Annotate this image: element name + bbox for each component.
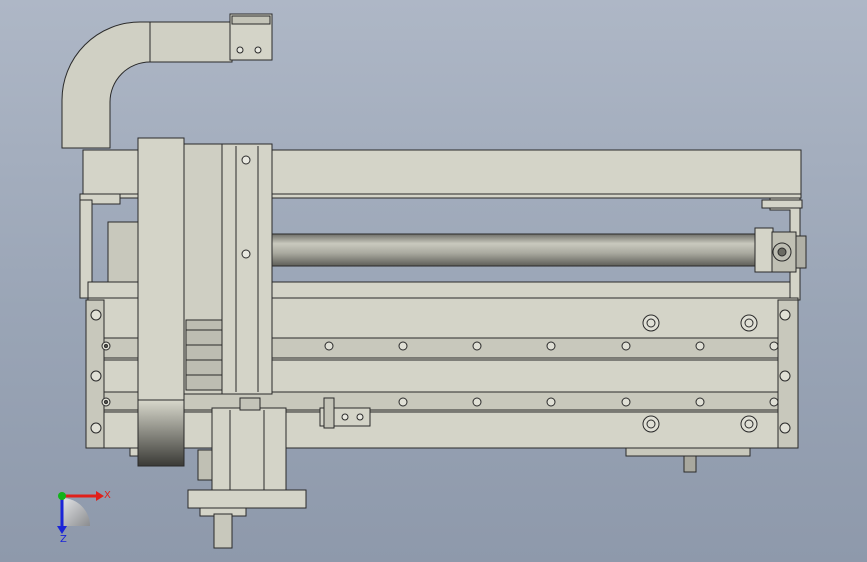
axis-triad: X Z (57, 490, 111, 545)
cable-carrier (61, 13, 273, 149)
cad-viewport[interactable]: X Z (0, 0, 867, 562)
x-axis-label: X (104, 490, 111, 501)
z-axis-arrowhead (57, 526, 67, 534)
guide-rod (269, 227, 807, 273)
vertical-belt-cover (137, 137, 185, 467)
y-axis-dot (58, 492, 66, 500)
z-axis-label: Z (60, 534, 67, 545)
gantry-module-drawing: X Z (57, 13, 807, 549)
x-axis-arrowhead (96, 491, 104, 501)
vertical-carriage (181, 143, 273, 395)
